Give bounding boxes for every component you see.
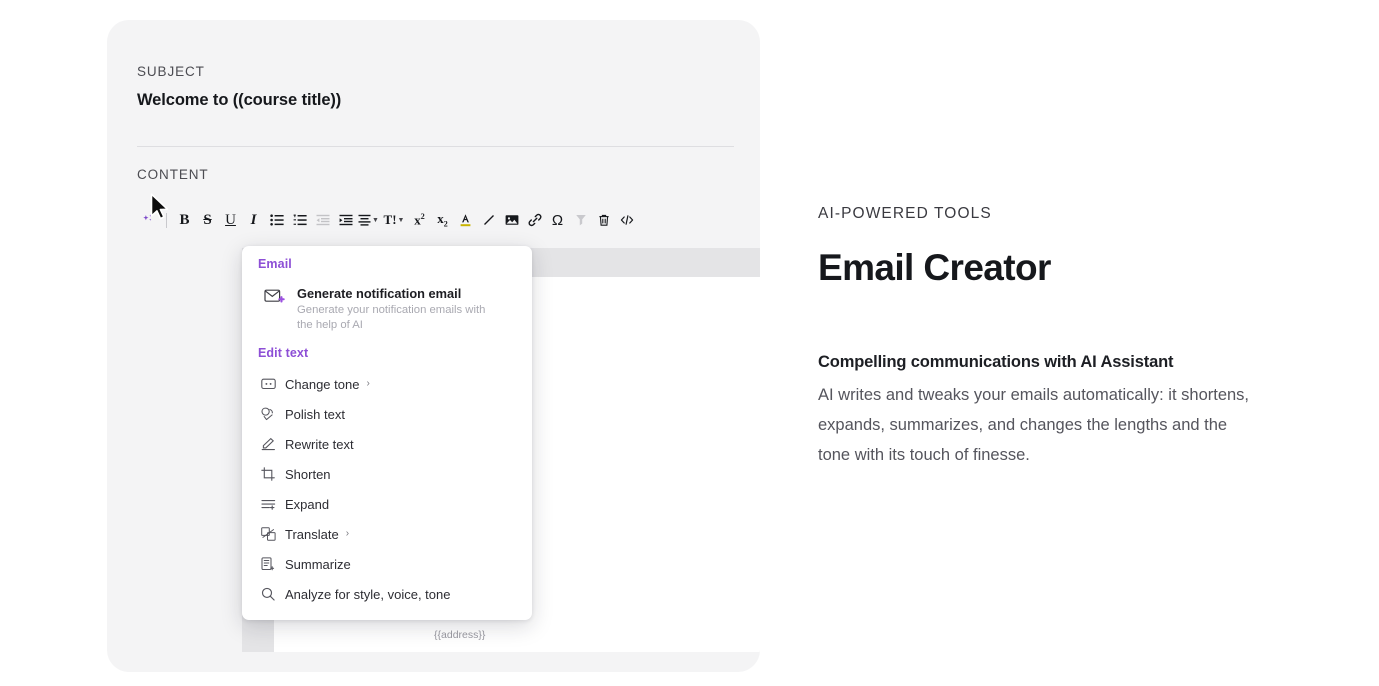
subject-input[interactable]: Welcome to ((course title)) (137, 91, 732, 110)
bulleted-list-button[interactable] (265, 208, 288, 232)
generate-text-block: Generate notification email Generate you… (297, 286, 493, 333)
pencil-line-icon (256, 437, 280, 451)
magnifier-icon (256, 587, 280, 601)
menu-item-expand[interactable]: Expand (250, 489, 524, 519)
speech-bubble-icon (256, 378, 280, 391)
underline-button[interactable]: U (219, 208, 242, 232)
chevron-down-icon: ▼ (397, 216, 405, 224)
menu-item-change-tone[interactable]: Change tone › (250, 369, 524, 399)
subject-field-group: SUBJECT Welcome to ((course title)) (137, 64, 732, 110)
subject-divider (137, 146, 734, 147)
chevron-right-icon: › (345, 528, 350, 539)
source-code-icon[interactable] (615, 208, 638, 232)
clear-formatting-icon[interactable] (569, 208, 592, 232)
menu-item-analyze-style-voice-tone[interactable]: Analyze for style, voice, tone (250, 579, 524, 609)
align-button[interactable]: ▼ (357, 208, 380, 232)
toolbar-divider (166, 212, 167, 228)
superscript-button[interactable]: x2 (408, 208, 431, 232)
bold-button[interactable]: B (173, 208, 196, 232)
insert-image-icon[interactable] (500, 208, 523, 232)
delete-trash-icon[interactable] (592, 208, 615, 232)
menu-item-polish-text[interactable]: Polish text (250, 399, 524, 429)
strikethrough-button[interactable]: S (196, 208, 219, 232)
menu-item-rewrite-text[interactable]: Rewrite text (250, 429, 524, 459)
outdent-button[interactable] (311, 208, 334, 232)
special-character-button[interactable]: Ω (546, 208, 569, 232)
menu-item-label: Shorten (285, 466, 331, 482)
formatting-toolbar: B S U I ▼ T! ▼ x2 x2 Ω (137, 206, 737, 234)
text-color-button[interactable] (454, 208, 477, 232)
ai-assistant-dropdown-menu: Email Generate notification email Genera… (242, 246, 532, 620)
crop-icon (256, 467, 280, 481)
panel-subtitle: Compelling communications with AI Assist… (818, 352, 1174, 371)
preview-footer-address: {{address}} (434, 629, 486, 641)
menu-item-label: Analyze for style, voice, tone (285, 586, 451, 602)
ai-assistant-icon[interactable] (137, 208, 160, 232)
email-editor-card: SUBJECT Welcome to ((course title)) CONT… (107, 20, 760, 672)
chevron-down-icon: ▼ (372, 216, 379, 224)
menu-item-label: Change tone (285, 376, 360, 392)
panel-eyebrow: AI-POWERED TOOLS (818, 205, 992, 222)
subject-label: SUBJECT (137, 64, 205, 79)
highlight-pen-icon[interactable] (477, 208, 500, 232)
menu-item-label: Polish text (285, 406, 345, 422)
menu-item-label: Translate (285, 526, 339, 542)
menu-item-generate-notification-email[interactable]: Generate notification email Generate you… (250, 280, 524, 342)
expand-lines-icon (256, 498, 280, 511)
insert-link-icon[interactable] (523, 208, 546, 232)
font-size-button[interactable]: T! ▼ (380, 208, 408, 232)
sparkle-diamond-icon (256, 407, 280, 421)
generate-subtitle: Generate your notification emails with t… (297, 304, 486, 331)
menu-item-summarize[interactable]: Summarize (250, 549, 524, 579)
translate-icon (256, 527, 280, 541)
menu-item-label: Expand (285, 496, 330, 512)
page-title: Email Creator (818, 247, 1051, 288)
panel-body-text: AI writes and tweaks your emails automat… (818, 385, 1250, 464)
italic-button[interactable]: I (242, 208, 265, 232)
content-label: CONTENT (137, 167, 209, 182)
generate-title: Generate notification email (297, 286, 462, 301)
indent-button[interactable] (334, 208, 357, 232)
menu-item-label: Summarize (285, 556, 351, 572)
subscript-button[interactable]: x2 (431, 208, 454, 232)
numbered-list-button[interactable] (288, 208, 311, 232)
summarize-icon (256, 557, 280, 571)
envelope-plus-icon (258, 286, 292, 318)
info-panel: AI-POWERED TOOLS Email Creator Compellin… (818, 205, 1288, 470)
menu-item-translate[interactable]: Translate › (250, 519, 524, 549)
menu-item-shorten[interactable]: Shorten (250, 459, 524, 489)
chevron-right-icon: › (366, 378, 370, 389)
menu-group-label-edit-text: Edit text (258, 346, 309, 360)
menu-item-label: Rewrite text (285, 436, 354, 452)
menu-group-label-email: Email (258, 257, 292, 271)
